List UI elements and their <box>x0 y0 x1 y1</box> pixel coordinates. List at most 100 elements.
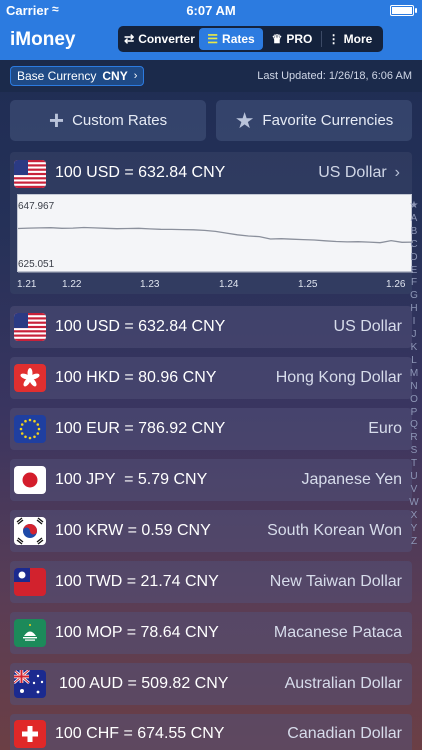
index-letter[interactable]: Z <box>411 536 417 549</box>
index-letter[interactable]: P <box>411 407 418 420</box>
index-letter[interactable]: J <box>412 329 417 342</box>
index-letter[interactable]: H <box>410 303 417 316</box>
us-flag-icon <box>14 313 46 341</box>
app-title: iMoney <box>10 29 76 50</box>
index-letter[interactable]: A <box>411 213 418 226</box>
segmented-control: ⇄ Converter ☰ Rates ♛ PRO ⋮ More <box>118 26 383 52</box>
rate-row-jpy[interactable]: 100 JPY = 5.79 CNY Japanese Yen <box>10 459 412 501</box>
index-letter[interactable]: M <box>410 368 418 381</box>
chart-x-tick: 1.26 <box>386 279 406 290</box>
chart-y-min-label: 625.051 <box>18 259 55 270</box>
index-letter[interactable]: N <box>410 381 417 394</box>
us-flag-icon <box>14 160 46 188</box>
index-letter[interactable]: ★ <box>410 200 419 213</box>
list-icon: ☰ <box>207 32 219 46</box>
rate-amount: 100 JPY = 5.79 CNY <box>55 471 208 488</box>
index-letter[interactable]: I <box>413 316 416 329</box>
plus-icon: + <box>48 104 65 135</box>
rate-amount: 100 MOP = 78.64 CNY <box>55 624 219 641</box>
tab-rates[interactable]: ☰ Rates <box>199 28 263 50</box>
index-letter[interactable]: D <box>410 252 417 265</box>
rate-row-chf[interactable]: 100 CHF = 674.55 CNY Canadian Dollar <box>10 714 412 750</box>
rate-row-eur[interactable]: 100 EUR = 786.92 CNY Euro <box>10 408 412 450</box>
mo-flag-icon <box>14 619 46 647</box>
index-letter[interactable]: S <box>411 445 418 458</box>
status-time: 6:07 AM <box>186 3 236 18</box>
rate-row-hkd[interactable]: 100 HKD = 80.96 CNY Hong Kong Dollar <box>10 357 412 399</box>
chart-x-tick: 1.22 <box>62 279 82 290</box>
rate-chart <box>17 226 414 273</box>
chart-header-rate: 100 USD = 632.84 CNY <box>55 164 226 181</box>
last-updated-text: Last Updated: 1/26/18, 6:06 AM <box>257 70 412 82</box>
index-letter[interactable]: O <box>410 394 418 407</box>
au-flag-icon <box>14 670 46 698</box>
index-letter[interactable]: U <box>410 471 417 484</box>
favorite-currencies-label: Favorite Currencies <box>262 112 394 129</box>
alphabet-index[interactable]: ★ A B C D E F G H I J K L M N O P Q R S T U V W X Y Z <box>408 200 420 548</box>
jp-flag-icon <box>14 466 46 494</box>
favorite-currencies-button[interactable]: ★ Favorite Currencies <box>216 100 412 141</box>
chevron-right-icon: › <box>133 70 138 82</box>
index-letter[interactable]: Q <box>410 419 418 432</box>
currency-name: Japanese Yen <box>301 471 402 488</box>
currency-name: New Taiwan Dollar <box>269 573 402 590</box>
eu-flag-icon <box>14 415 46 443</box>
index-letter[interactable]: X <box>411 510 418 523</box>
index-letter[interactable]: L <box>411 355 417 368</box>
tab-converter[interactable]: ⇄ Converter <box>120 28 199 50</box>
custom-rates-button[interactable]: + Custom Rates <box>10 100 206 141</box>
chevron-right-icon: › <box>394 164 400 181</box>
index-letter[interactable]: T <box>411 458 417 471</box>
rate-amount: 100 USD = 632.84 CNY <box>55 318 226 335</box>
convert-icon: ⇄ <box>124 32 135 46</box>
chart-header-name-wrap: US Dollar › <box>318 164 400 182</box>
index-letter[interactable]: E <box>411 265 418 278</box>
currency-name: Australian Dollar <box>284 675 402 692</box>
index-letter[interactable]: Y <box>411 523 418 536</box>
tab-more[interactable]: ⋮ More <box>322 28 378 50</box>
currency-name: Hong Kong Dollar <box>275 369 402 386</box>
index-letter[interactable]: V <box>411 484 418 497</box>
chart-x-tick: 1.25 <box>298 279 318 290</box>
rate-row-aud[interactable]: 100 AUD = 509.82 CNY Australian Dollar <box>10 663 412 705</box>
rate-amount: 100 AUD = 509.82 CNY <box>59 675 229 692</box>
currency-name: US Dollar <box>333 318 402 335</box>
status-bar: Carrier ≈ 6:07 AM <box>0 0 422 20</box>
index-letter[interactable]: G <box>410 290 418 303</box>
chart-x-tick: 1.23 <box>140 279 160 290</box>
info-bar: Base Currency CNY › Last Updated: 1/26/1… <box>0 60 422 92</box>
ch-flag-icon <box>14 720 46 748</box>
rate-amount: 100 TWD = 21.74 CNY <box>55 573 219 590</box>
tab-converter-label: Converter <box>138 32 195 46</box>
index-letter[interactable]: R <box>410 432 417 445</box>
tab-rates-label: Rates <box>222 32 255 46</box>
rate-row-krw[interactable]: 100 KRW = 0.59 CNY South Korean Won <box>10 510 412 552</box>
base-currency-button[interactable]: Base Currency CNY › <box>10 66 145 86</box>
currency-name: Macanese Pataca <box>273 624 402 641</box>
chart-plot-area <box>17 194 414 273</box>
rate-amount: 100 HKD = 80.96 CNY <box>55 369 217 386</box>
rate-row-twd[interactable]: 100 TWD = 21.74 CNY New Taiwan Dollar <box>10 561 412 603</box>
kr-flag-icon <box>14 517 46 545</box>
tab-more-label: More <box>343 32 373 46</box>
index-letter[interactable]: F <box>411 277 417 290</box>
chart-x-tick: 1.24 <box>219 279 239 290</box>
index-letter[interactable]: B <box>411 226 418 239</box>
base-currency-label: Base Currency <box>17 69 97 83</box>
base-currency-code: CNY <box>102 69 128 83</box>
chart-y-max-label: 647.967 <box>18 201 55 212</box>
index-letter[interactable]: K <box>411 342 418 355</box>
tw-flag-icon <box>14 568 46 596</box>
rate-row-mop[interactable]: 100 MOP = 78.64 CNY Macanese Pataca <box>10 612 412 654</box>
index-letter[interactable]: W <box>409 497 418 510</box>
rate-line-usd <box>17 226 414 244</box>
hk-flag-icon <box>14 364 46 392</box>
chart-header-name: US Dollar <box>318 164 387 181</box>
tab-pro[interactable]: ♛ PRO <box>263 28 321 50</box>
index-letter[interactable]: C <box>410 239 417 252</box>
rate-row-usd[interactable]: 100 USD = 632.84 CNY US Dollar <box>10 306 412 348</box>
currency-name: South Korean Won <box>267 522 402 539</box>
rate-chart-card[interactable]: 100 USD = 632.84 CNY US Dollar › <box>10 152 414 294</box>
rate-amount: 100 CHF = 674.55 CNY <box>55 725 225 742</box>
chart-header[interactable]: 100 USD = 632.84 CNY US Dollar › <box>10 152 412 196</box>
